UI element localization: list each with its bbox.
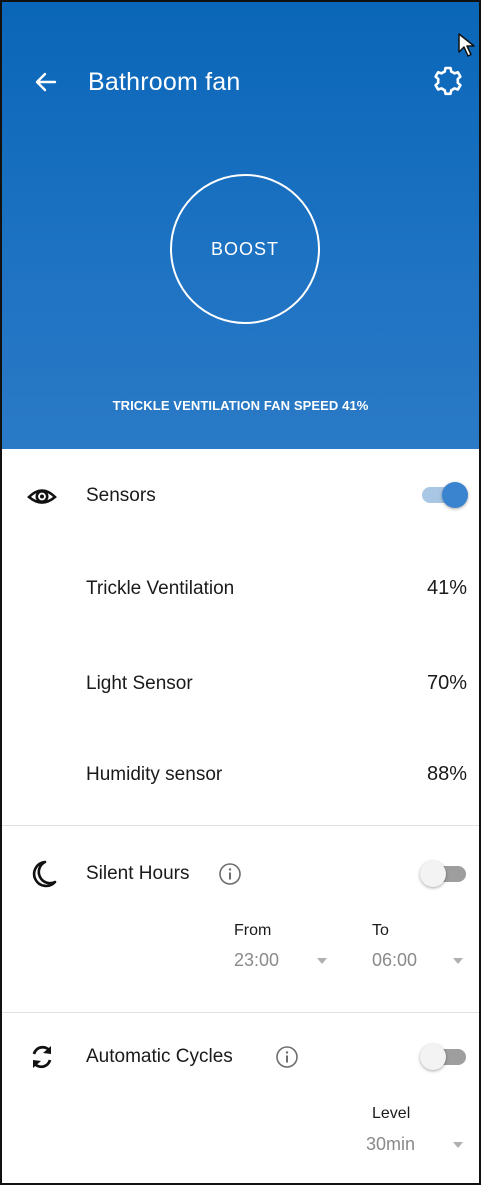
sensor-value-light: 70% xyxy=(426,672,467,694)
gear-icon xyxy=(434,66,462,96)
page-title: Bathroom fan xyxy=(88,68,241,96)
toggle-thumb xyxy=(420,1044,446,1070)
level-label: Level xyxy=(372,1105,411,1122)
chevron-down-icon xyxy=(453,958,463,964)
sensor-label-light: Light Sensor xyxy=(86,673,193,694)
sensor-value-humidity: 88% xyxy=(426,763,467,785)
to-label: To xyxy=(372,922,389,939)
back-button[interactable] xyxy=(28,64,64,100)
toggle-thumb xyxy=(442,482,468,508)
fan-speed-caption: TRICKLE VENTILATION FAN SPEED 41% xyxy=(112,398,369,413)
sensors-title: Sensors xyxy=(86,485,156,506)
eye-icon xyxy=(26,480,58,512)
automatic-cycles-title: Automatic Cycles xyxy=(86,1046,233,1067)
top-app-bar: Bathroom fan xyxy=(2,56,479,108)
silent-hours-title: Silent Hours xyxy=(86,863,190,884)
chevron-down-icon xyxy=(453,1142,463,1148)
automatic-cycles-toggle[interactable] xyxy=(420,1042,470,1070)
chevron-down-icon xyxy=(317,958,327,964)
sensors-toggle[interactable] xyxy=(420,480,470,508)
sensor-value-trickle-ventilation: 41% xyxy=(426,577,467,599)
sensor-label-humidity: Humidity sensor xyxy=(86,764,223,785)
settings-button[interactable] xyxy=(428,63,468,103)
arrow-left-icon xyxy=(35,72,57,92)
silent-hours-toggle[interactable] xyxy=(420,859,470,887)
mouse-pointer-icon xyxy=(458,33,475,57)
from-label: From xyxy=(234,922,272,939)
sensor-label-trickle-ventilation: Trickle Ventilation xyxy=(86,578,235,599)
level-select[interactable]: 30min xyxy=(366,1134,415,1155)
hero-header: Bathroom fan BOOST TRICKLE VENTILATION F… xyxy=(2,2,479,449)
boost-button[interactable]: BOOST xyxy=(170,174,320,324)
to-time-select[interactable]: 06:00 xyxy=(372,950,417,971)
section-divider xyxy=(2,825,479,826)
app-screen: Bathroom fan BOOST TRICKLE VENTILATION F… xyxy=(0,0,481,1185)
silent-hours-info-icon[interactable] xyxy=(218,862,242,886)
refresh-icon xyxy=(26,1041,58,1073)
section-divider xyxy=(2,1012,479,1013)
automatic-cycles-info-icon[interactable] xyxy=(275,1045,299,1069)
from-time-select[interactable]: 23:00 xyxy=(234,950,279,971)
moon-icon xyxy=(26,858,58,890)
toggle-thumb xyxy=(420,861,446,887)
